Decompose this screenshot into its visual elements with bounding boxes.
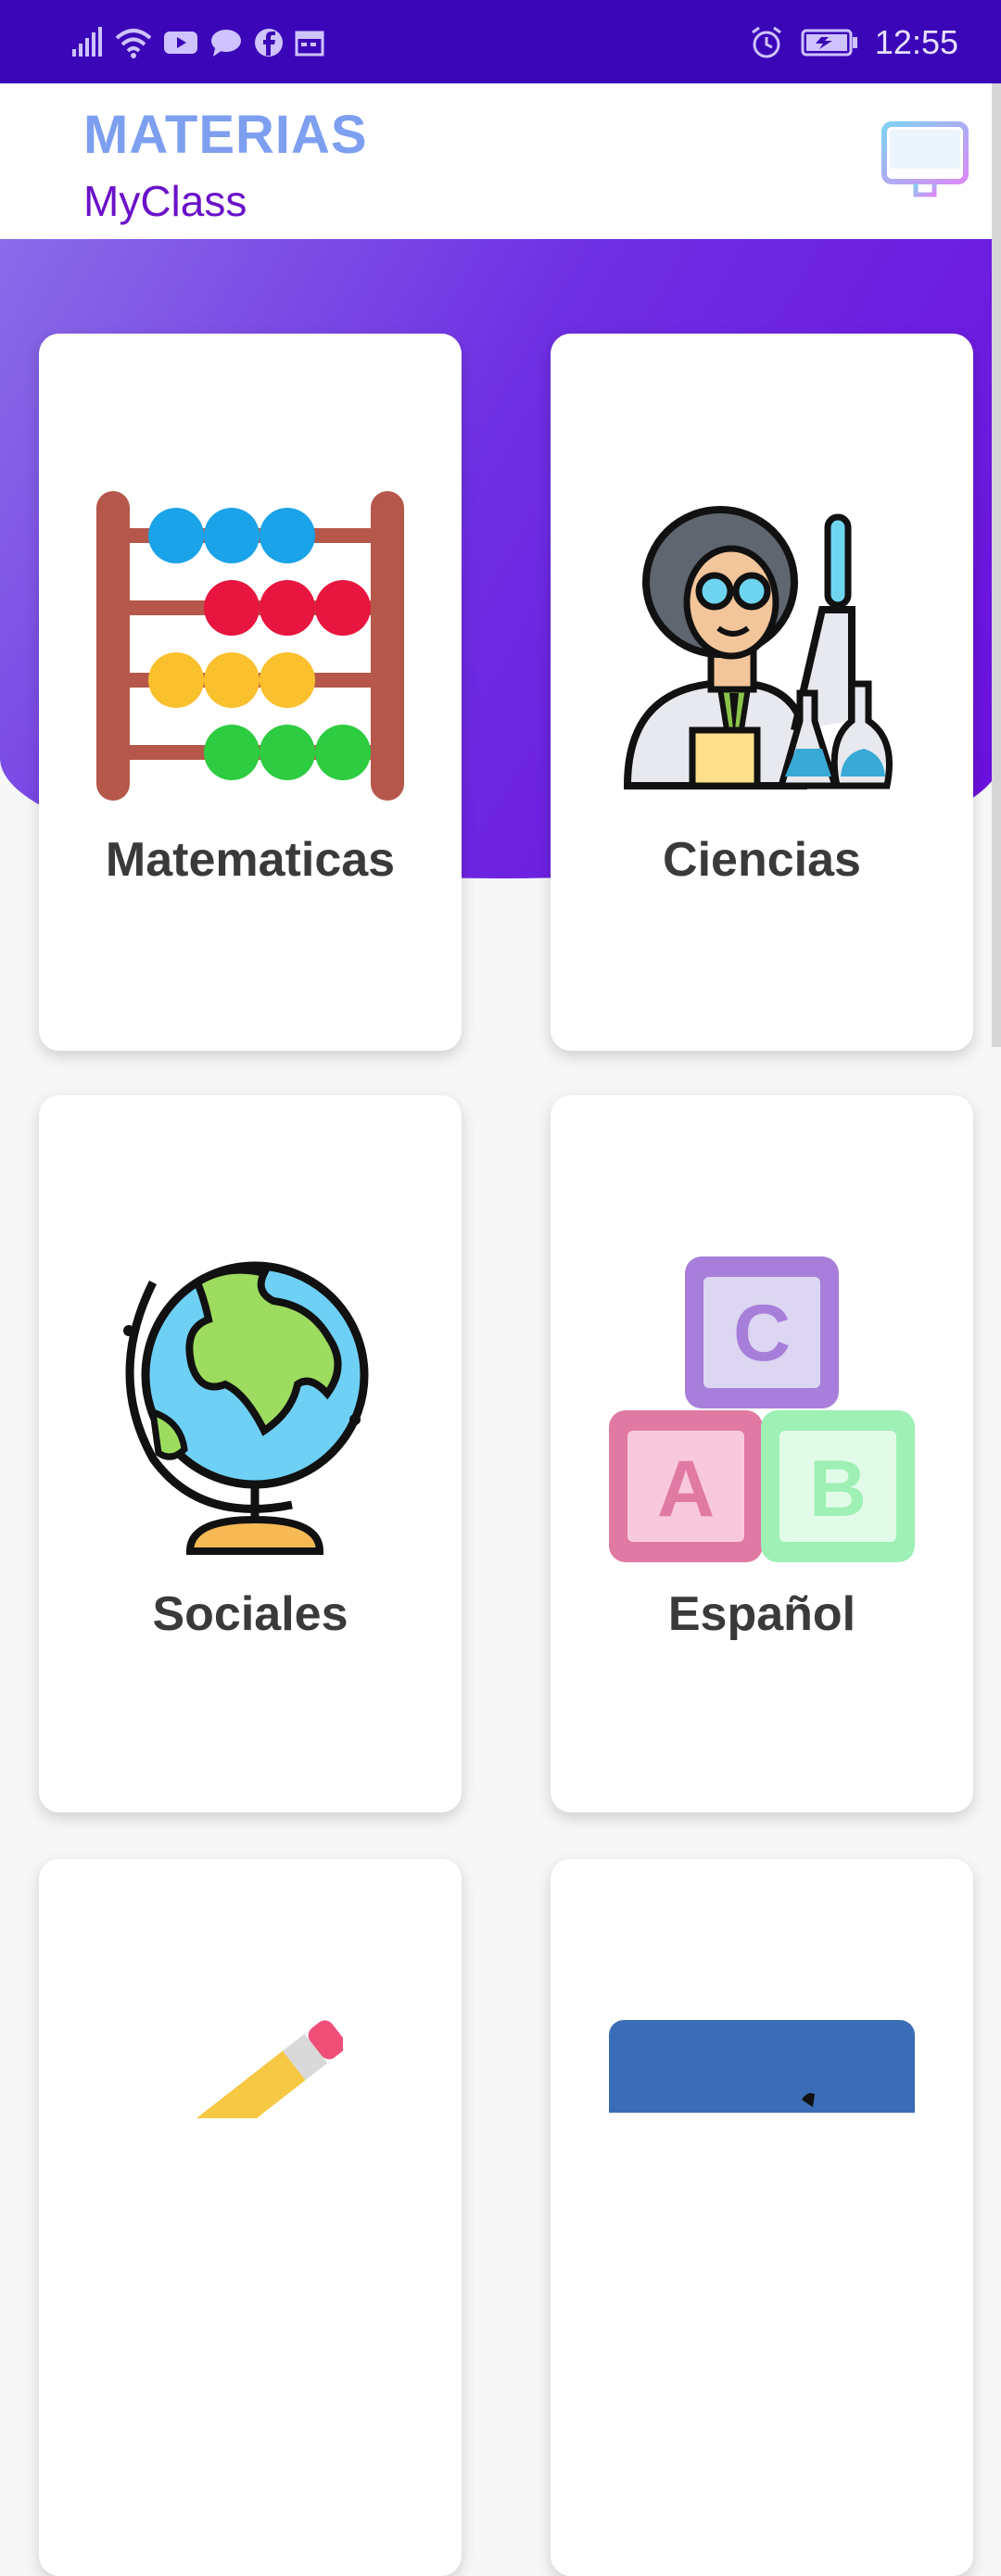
alarm-icon	[752, 26, 781, 58]
page-title: MATERIAS	[83, 105, 368, 165]
status-bar: 12:55	[0, 0, 1001, 83]
app-subtitle: MyClass	[83, 177, 247, 225]
subject-label: Ciencias	[663, 833, 861, 887]
svg-text:A: A	[657, 1445, 715, 1534]
subject-card-matematicas[interactable]: Matematicas	[39, 334, 462, 1051]
chat-icon	[211, 30, 241, 57]
status-time: 12:55	[874, 23, 958, 61]
calendar-icon	[295, 31, 324, 57]
scrollbar[interactable]	[992, 83, 1001, 1047]
monitor-icon	[881, 121, 969, 201]
signal-icon	[72, 27, 102, 57]
subject-card-espanol[interactable]: C A B Español	[551, 1095, 973, 1812]
svg-text:B: B	[809, 1445, 867, 1534]
subject-card-ciencias[interactable]: Ciencias	[551, 334, 973, 1051]
abc-blocks-icon: C A B	[609, 1256, 915, 1562]
facebook-icon	[255, 29, 283, 57]
youtube-icon	[164, 32, 197, 54]
status-icons-left	[70, 26, 324, 59]
subject-label: Español	[667, 1587, 856, 1641]
globe-icon	[123, 1261, 369, 1555]
blue-board-icon	[609, 2020, 915, 2113]
subject-label: Matematicas	[105, 833, 396, 887]
wifi-icon	[115, 29, 152, 58]
svg-text:C: C	[733, 1289, 791, 1378]
battery-icon	[801, 29, 857, 57]
subject-card-board[interactable]	[551, 1859, 973, 2576]
subject-card-sociales[interactable]: Sociales	[39, 1095, 462, 1812]
subject-label: Sociales	[152, 1587, 348, 1641]
scientist-icon	[623, 506, 893, 789]
abacus-icon	[96, 491, 404, 801]
pencil-icon	[158, 2020, 343, 2118]
subject-card-pencil[interactable]	[39, 1859, 462, 2576]
status-icons-right: 12:55	[749, 22, 958, 63]
monitor-button[interactable]	[881, 120, 969, 204]
app-header: MATERIAS MyClass	[0, 83, 1001, 239]
